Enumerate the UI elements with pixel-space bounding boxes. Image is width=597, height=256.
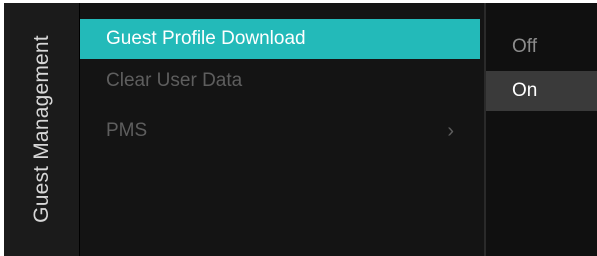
option-on[interactable]: On bbox=[486, 71, 597, 111]
menu-item-label: Clear User Data bbox=[106, 70, 243, 91]
option-label: On bbox=[512, 80, 538, 101]
option-off[interactable]: Off bbox=[486, 27, 597, 67]
option-label: Off bbox=[512, 36, 537, 57]
tv-settings-screen: Guest Management Guest Profile Download … bbox=[4, 3, 597, 256]
options-list: Off On bbox=[486, 3, 597, 256]
section-title: Guest Management bbox=[30, 35, 53, 223]
menu-item-clear-user-data[interactable]: Clear User Data bbox=[80, 61, 480, 101]
menu-item-pms[interactable]: PMS › bbox=[80, 111, 480, 151]
menu-item-label: PMS bbox=[106, 120, 148, 141]
chevron-right-icon: › bbox=[447, 120, 454, 142]
section-sidebar: Guest Management bbox=[4, 3, 79, 256]
settings-menu: Guest Profile Download Clear User Data P… bbox=[80, 3, 484, 256]
menu-item-guest-profile-download[interactable]: Guest Profile Download bbox=[80, 19, 480, 59]
menu-item-label: Guest Profile Download bbox=[106, 28, 306, 49]
